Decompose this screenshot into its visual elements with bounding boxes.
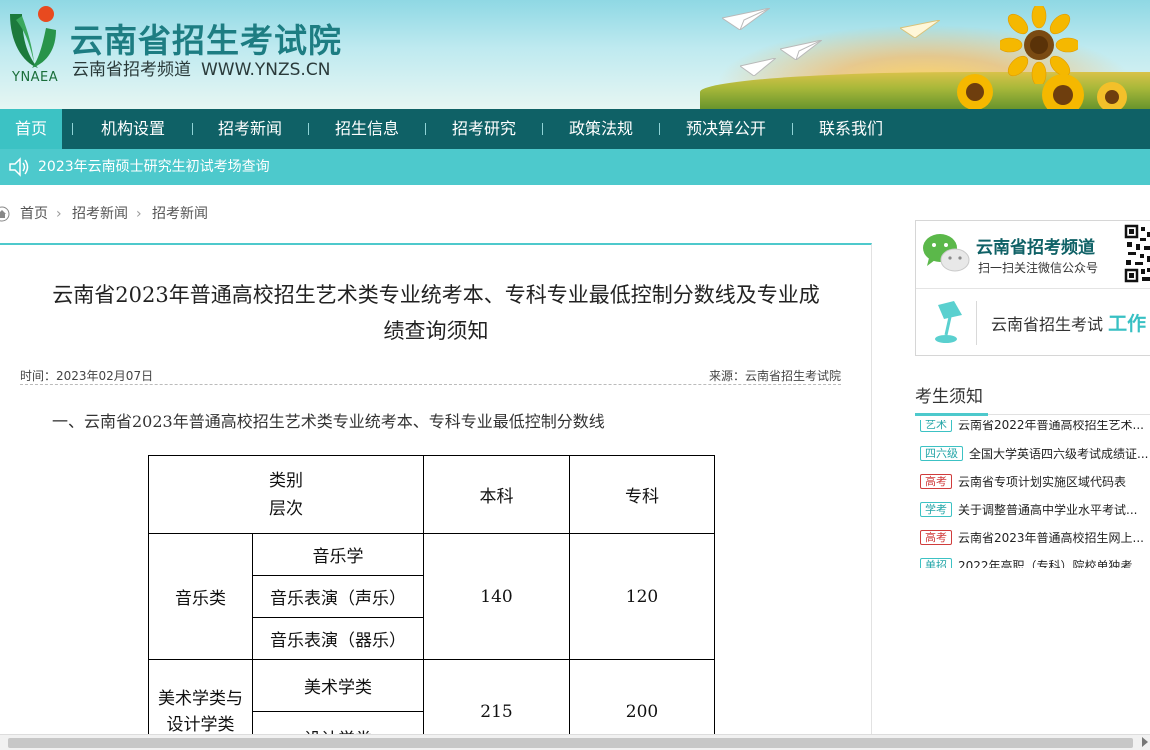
note-tag: 四六级: [920, 446, 963, 461]
horizontal-scrollbar[interactable]: [0, 734, 1150, 750]
main-nav: 首页 机构设置 招考新闻 招生信息 招考研究 政策法规 预决算公开 联系我们: [0, 109, 1150, 149]
nav-separator: [542, 123, 543, 135]
heading-accent-bar: [915, 413, 988, 416]
note-tag: 艺术: [920, 420, 952, 432]
wechat-promo-top[interactable]: 云南省招考频道 扫一扫关注微信公众号: [916, 221, 1150, 289]
nav-item-policy[interactable]: 政策法规: [556, 109, 646, 149]
nav-separator: [792, 123, 793, 135]
list-item[interactable]: 高考 云南省2023年普通高校招生网上...: [920, 529, 1144, 547]
nav-item-research[interactable]: 招考研究: [439, 109, 529, 149]
paper-plane-icon: [740, 58, 776, 76]
breadcrumb-news-current[interactable]: 招考新闻: [152, 200, 208, 228]
nav-item-home[interactable]: 首页: [0, 109, 62, 149]
group-name-music: 音乐类: [148, 533, 253, 660]
nav-separator: [308, 123, 309, 135]
sunflower-icon: [1097, 82, 1127, 109]
site-url: WWW.YNZS.CN: [201, 60, 331, 80]
nav-separator: [192, 123, 193, 135]
article-meta: 时间：2023年02月07日 来源：云南省招生考试院: [20, 367, 841, 385]
nav-separator: [659, 123, 660, 135]
sub-category: 音乐表演（器乐）: [252, 617, 424, 660]
table-header-undergrad: 本科: [423, 455, 570, 534]
scroll-right-arrow-icon[interactable]: [1142, 737, 1148, 747]
chevron-right-icon: ›: [136, 206, 142, 222]
site-banner: YNAEA 云南省招生考试院 云南省招考频道 WWW.YNZS.CN: [0, 0, 1150, 109]
note-tag: 高考: [920, 474, 952, 489]
note-title: 云南省2022年普通高校招生艺术...: [958, 420, 1144, 432]
nav-item-contact[interactable]: 联系我们: [806, 109, 896, 149]
paper-plane-icon: [722, 8, 770, 30]
speaker-icon: [9, 157, 29, 177]
score-undergrad-music: 140: [423, 533, 570, 660]
sub-category: 音乐学: [252, 533, 424, 576]
chevron-right-icon: ›: [56, 206, 62, 222]
note-title: 关于调整普通高中学业水平考试...: [958, 503, 1138, 517]
notice-link[interactable]: 2023年云南硕士研究生初试考场查询: [38, 149, 270, 185]
section-heading: 一、云南省2023年普通高校招生艺术类专业统考本、专科专业最低控制分数线: [52, 412, 605, 431]
paper-plane-icon: [780, 40, 822, 60]
score-table: 类别 层次 本科 专科 音乐类 音乐学 140 120 音乐表演（声乐） 音乐表…: [148, 455, 715, 750]
breadcrumb-news[interactable]: 招考新闻: [72, 200, 128, 228]
publish-time: 时间：2023年02月07日: [20, 369, 154, 383]
table-header-category: 类别 层次: [148, 455, 424, 534]
lamp-icon: [935, 301, 962, 343]
wechat-icon: [923, 234, 970, 272]
table-header-row: 类别 层次 本科 专科: [148, 455, 715, 534]
score-college-music: 120: [569, 533, 715, 660]
header-category-label: 类别: [269, 470, 303, 491]
list-item[interactable]: 学考 关于调整普通高中学业水平考试...: [920, 501, 1137, 519]
notice-bar: 2023年云南硕士研究生初试考场查询: [0, 149, 1150, 185]
breadcrumb-home[interactable]: 首页: [20, 200, 48, 228]
wechat-promo-box: 云南省招考频道 扫一扫关注微信公众号 云南省招生考试 工作: [915, 220, 1150, 356]
list-item[interactable]: 单招 2022年高职（专科）院校单独考...: [920, 557, 1144, 568]
wechat-subtitle: 扫一扫关注微信公众号: [978, 261, 1099, 275]
qr-code-icon: [1124, 224, 1150, 284]
note-tag: 单招: [920, 558, 952, 568]
channel-name: 云南省招考频道: [72, 60, 191, 80]
list-item[interactable]: 四六级 全国大学英语四六级考试成绩证...: [920, 445, 1148, 463]
sub-category: 美术学类: [252, 659, 424, 712]
note-title: 全国大学英语四六级考试成绩证...: [969, 447, 1149, 461]
nav-separator: [425, 123, 426, 135]
home-icon: [0, 206, 10, 222]
note-title: 云南省专项计划实施区域代码表: [958, 475, 1127, 489]
sunflower-icon: [957, 74, 993, 109]
scrollbar-thumb[interactable]: [8, 738, 1133, 748]
page: YNAEA 云南省招生考试院 云南省招考频道 WWW.YNZS.CN 首页 机构设…: [0, 0, 1150, 750]
exam-work-link[interactable]: 云南省招生考试 工作: [991, 309, 1146, 336]
site-subtitle: 云南省招考频道 WWW.YNZS.CN: [72, 55, 330, 80]
notes-heading: 考生须知: [915, 387, 983, 407]
nav-item-organization[interactable]: 机构设置: [88, 109, 178, 149]
table-header-college: 专科: [569, 455, 715, 534]
article-panel: 云南省2023年普通高校招生艺术类专业统考本、专科专业最低控制分数线及专业成 绩…: [0, 243, 872, 750]
exam-work-prefix: 云南省招生考试: [991, 315, 1104, 334]
header-level-label: 层次: [269, 498, 303, 519]
nav-item-news[interactable]: 招考新闻: [205, 109, 295, 149]
nav-item-admission-info[interactable]: 招生信息: [322, 109, 412, 149]
note-title: 2022年高职（专科）院校单独考...: [958, 559, 1144, 568]
article-title-line2: 绩查询须知: [383, 319, 489, 343]
list-item[interactable]: 艺术 云南省2022年普通高校招生艺术...: [920, 420, 1144, 434]
table-row: 音乐类 音乐学 140 120: [148, 533, 715, 660]
article-title: 云南省2023年普通高校招生艺术类专业统考本、专科专业最低控制分数线及专业成 绩…: [20, 277, 852, 349]
note-tag: 高考: [920, 530, 952, 545]
paper-plane-icon: [900, 20, 940, 38]
note-title: 云南省2023年普通高校招生网上...: [958, 531, 1144, 545]
wechat-title: 云南省招考频道: [976, 238, 1095, 258]
article-title-line1: 云南省2023年普通高校招生艺术类专业统考本、专科专业最低控制分数线及专业成: [52, 283, 820, 307]
sub-category: 音乐表演（声乐）: [252, 575, 424, 618]
sunflower-icon: [1042, 74, 1084, 109]
notes-list: 艺术 云南省2022年普通高校招生艺术... 四六级 全国大学英语四六级考试成绩证.…: [915, 420, 1150, 568]
list-item[interactable]: 高考 云南省专项计划实施区域代码表: [920, 473, 1126, 491]
nav-separator: [72, 123, 73, 135]
article-source: 来源：云南省招生考试院: [708, 369, 841, 383]
note-tag: 学考: [920, 502, 952, 517]
table-row: 美术学类与设计学类 美术学类 215 200: [148, 659, 715, 750]
divider: [976, 301, 977, 345]
logo-abbreviation: YNAEA: [12, 70, 59, 85]
nav-item-budget[interactable]: 预决算公开: [673, 109, 779, 149]
exam-work-suffix: 工作: [1108, 313, 1147, 335]
